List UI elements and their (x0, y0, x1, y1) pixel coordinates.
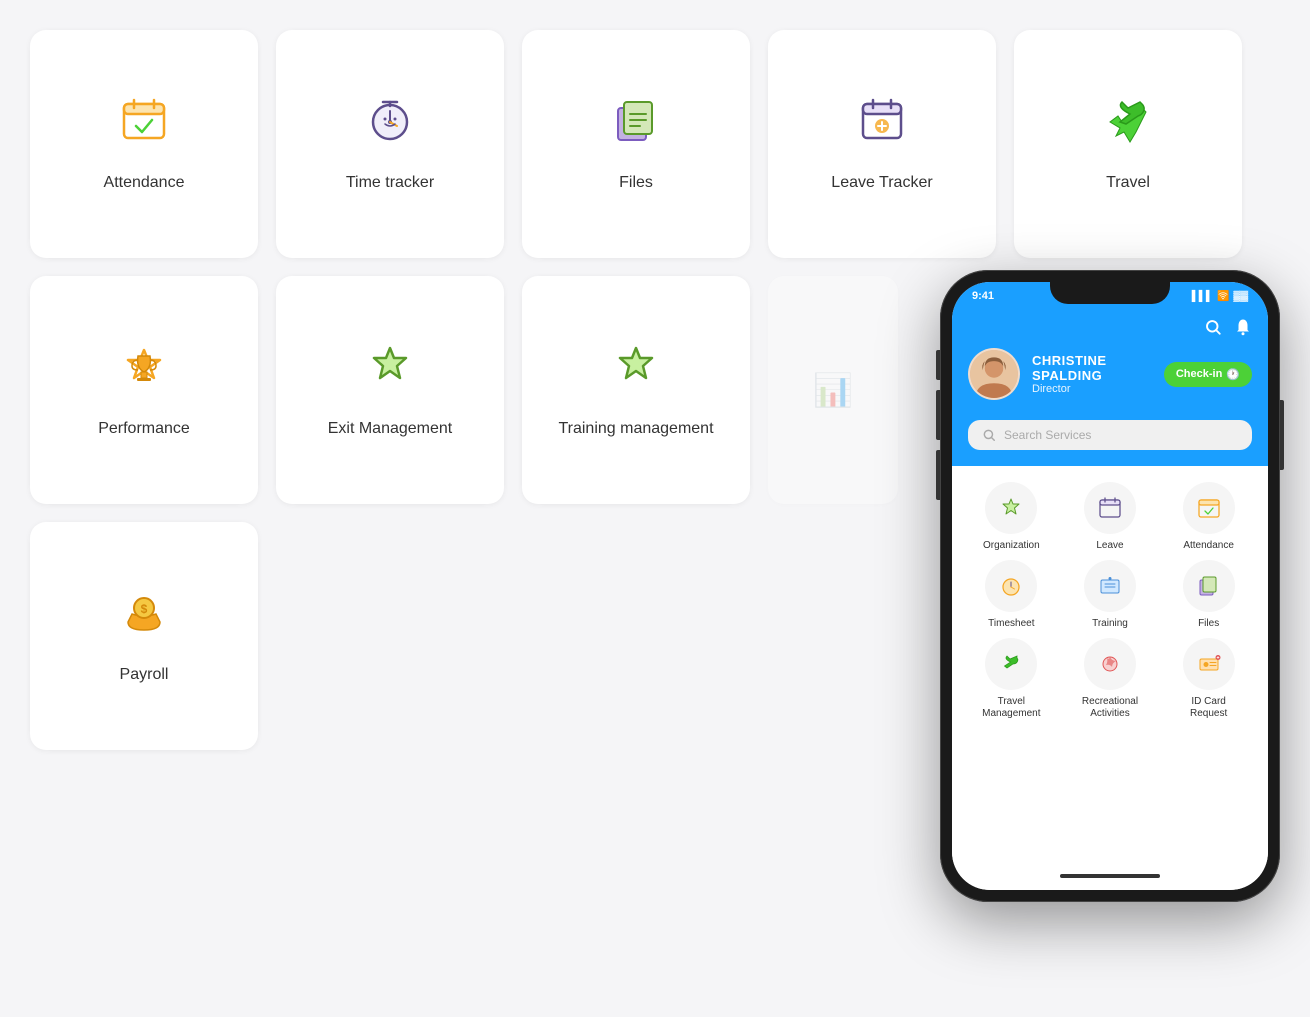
phone-mockup: 9:41 ▌▌▌ 🛜 ▓▓ (940, 270, 1280, 902)
travel-label: Travel (1106, 173, 1150, 194)
user-info-row: CHRISTINE SPALDING Director Check-in 🕐 (968, 348, 1252, 400)
training-label: Training (1092, 618, 1128, 630)
search-placeholder: Search Services (1004, 428, 1091, 442)
app-leave[interactable]: Leave (1070, 482, 1150, 552)
signal-icon: ▌▌▌ (1192, 291, 1213, 302)
app-attendance[interactable]: Attendance (1169, 482, 1249, 552)
app-training[interactable]: Training (1070, 560, 1150, 630)
exit-management-label: Exit Management (328, 419, 453, 440)
checkin-clock-icon: 🕐 (1226, 368, 1240, 381)
avatar (968, 348, 1020, 400)
files-icon (610, 94, 662, 155)
battery-icon: ▓▓ (1233, 291, 1248, 302)
app-files[interactable]: Files (1169, 560, 1249, 630)
app-files-icon (1183, 560, 1235, 612)
card-extra[interactable]: 📊 (768, 276, 898, 504)
app-timesheet[interactable]: Timesheet (971, 560, 1051, 630)
checkin-label: Check-in (1176, 368, 1222, 380)
travel-icon (1102, 94, 1154, 155)
phone-outer: 9:41 ▌▌▌ 🛜 ▓▓ (940, 270, 1280, 902)
home-indicator (1060, 874, 1160, 878)
app-grid: Organization Leave (952, 466, 1268, 866)
files-label: Files (619, 173, 653, 194)
organization-icon (985, 482, 1037, 534)
search-bar-icon (982, 428, 996, 442)
user-title: Director (1032, 383, 1152, 395)
performance-label: Performance (98, 419, 190, 440)
app-attendance-label: Attendance (1183, 540, 1234, 552)
card-performance[interactable]: Performance (30, 276, 258, 504)
attendance-icon (118, 94, 170, 155)
recreational-icon (1084, 638, 1136, 690)
app-files-label: Files (1198, 618, 1219, 630)
performance-icon (118, 340, 170, 401)
user-name: CHRISTINE SPALDING (1032, 353, 1152, 383)
recreational-label: Recreational Activities (1082, 696, 1138, 720)
app-travel-management[interactable]: Travel Management (971, 638, 1051, 720)
checkin-button[interactable]: Check-in 🕐 (1164, 362, 1252, 387)
travel-management-icon (985, 638, 1037, 690)
home-bar (952, 866, 1268, 890)
leave-tracker-icon (856, 94, 908, 155)
card-files[interactable]: Files (522, 30, 750, 258)
card-leave-tracker[interactable]: Leave Tracker (768, 30, 996, 258)
notification-icon[interactable] (1234, 318, 1252, 336)
travel-management-label: Travel Management (982, 696, 1040, 720)
side-button-silent (936, 350, 940, 380)
extra-icon: 📊 (813, 374, 853, 406)
time-tracker-label: Time tracker (346, 173, 434, 194)
app-row-1: Organization Leave (962, 482, 1258, 552)
search-icon[interactable] (1204, 318, 1222, 336)
app-attendance-icon (1183, 482, 1235, 534)
side-button-vol-down (936, 450, 940, 500)
app-recreational[interactable]: Recreational Activities (1070, 638, 1150, 720)
side-button-vol-up (936, 390, 940, 440)
main-grid: Attendance Time tracker (30, 30, 790, 768)
card-row-1: Attendance Time tracker (30, 30, 790, 258)
wifi-icon: 🛜 (1217, 291, 1229, 302)
card-row-2: Performance Exit Management Training man… (30, 276, 790, 504)
card-travel[interactable]: Travel (1014, 30, 1242, 258)
id-card-icon (1183, 638, 1235, 690)
phone-notch (1050, 282, 1170, 304)
leave-label: Leave (1096, 540, 1123, 552)
organization-label: Organization (983, 540, 1040, 552)
phone-header: CHRISTINE SPALDING Director Check-in 🕐 (952, 306, 1268, 420)
leave-icon (1084, 482, 1136, 534)
phone-screen: 9:41 ▌▌▌ 🛜 ▓▓ (952, 282, 1268, 890)
card-payroll[interactable]: $ Payroll (30, 522, 258, 750)
status-time: 9:41 (972, 290, 994, 302)
card-attendance[interactable]: Attendance (30, 30, 258, 258)
app-row-2: Timesheet Training (962, 560, 1258, 630)
timesheet-icon (985, 560, 1037, 612)
status-icons: ▌▌▌ 🛜 ▓▓ (1192, 291, 1248, 302)
training-management-label: Training management (558, 419, 713, 440)
app-organization[interactable]: Organization (971, 482, 1051, 552)
id-card-label: ID Card Request (1190, 696, 1227, 720)
search-bar[interactable]: Search Services (968, 420, 1252, 450)
phone-header-actions (968, 318, 1252, 336)
leave-tracker-label: Leave Tracker (831, 173, 932, 194)
card-training-management[interactable]: Training management (522, 276, 750, 504)
attendance-label: Attendance (104, 173, 185, 194)
user-details: CHRISTINE SPALDING Director (1032, 353, 1152, 395)
side-button-power (1280, 400, 1284, 470)
card-time-tracker[interactable]: Time tracker (276, 30, 504, 258)
search-area: Search Services (952, 420, 1268, 466)
payroll-label: Payroll (120, 665, 169, 686)
timesheet-label: Timesheet (988, 618, 1034, 630)
payroll-icon: $ (118, 586, 170, 647)
training-icon (1084, 560, 1136, 612)
training-management-icon (610, 340, 662, 401)
exit-management-icon (364, 340, 416, 401)
time-tracker-icon (364, 94, 416, 155)
card-row-3: $ Payroll (30, 522, 790, 750)
app-row-3: Travel Management Recreational Activitie… (962, 638, 1258, 720)
card-exit-management[interactable]: Exit Management (276, 276, 504, 504)
app-id-card[interactable]: ID Card Request (1169, 638, 1249, 720)
svg-text:$: $ (141, 602, 148, 616)
